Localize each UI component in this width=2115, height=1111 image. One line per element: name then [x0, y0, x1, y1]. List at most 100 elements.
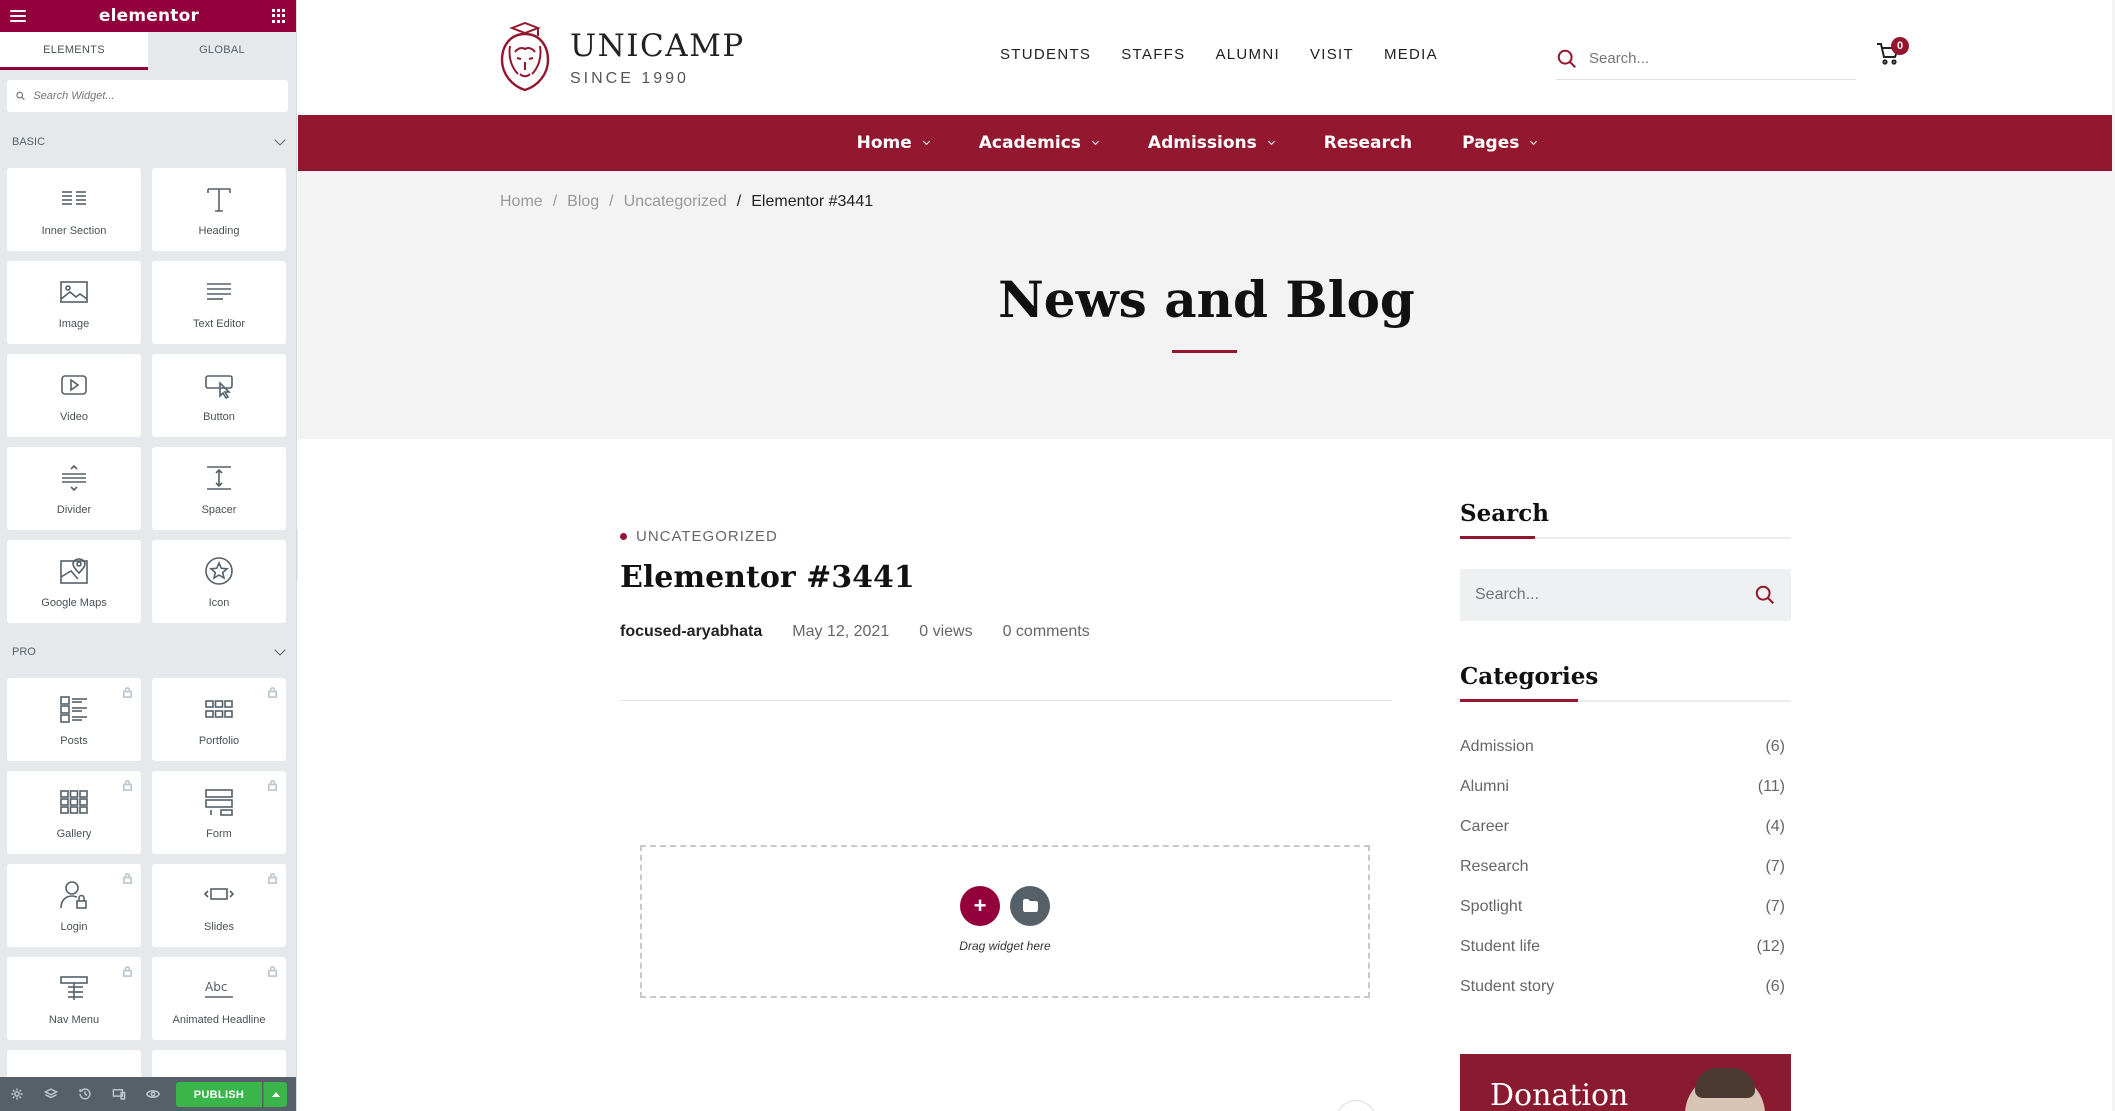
- widget-login[interactable]: Login: [7, 864, 141, 947]
- search-icon[interactable]: [1754, 584, 1776, 606]
- dropzone-hint: Drag widget here: [959, 938, 1051, 953]
- site-header: UNICAMP SINCE 1990 STUDENTS STAFFS ALUMN…: [298, 0, 2115, 115]
- breadcrumb-uncategorized[interactable]: Uncategorized: [624, 193, 727, 211]
- responsive-mode-icon[interactable]: [112, 1087, 126, 1101]
- sidebar-search-input[interactable]: [1475, 586, 1715, 604]
- category-name: Research: [1460, 858, 1529, 875]
- category-career[interactable]: Career (4): [1460, 807, 1791, 847]
- mainnav-admissions[interactable]: Admissions: [1147, 133, 1275, 153]
- widget-posts[interactable]: Posts: [7, 678, 141, 761]
- widget-divider[interactable]: Divider: [7, 447, 141, 530]
- widget-image[interactable]: Image: [7, 261, 141, 344]
- category-student-story[interactable]: Student story (6): [1460, 967, 1791, 1007]
- donor-photo: [1685, 1068, 1765, 1111]
- widget-slides[interactable]: Slides: [152, 864, 286, 947]
- search-icon: [16, 91, 25, 101]
- widget-google-maps[interactable]: Google Maps: [7, 540, 141, 623]
- breadcrumb-blog[interactable]: Blog: [567, 193, 599, 211]
- google-maps-icon: [60, 557, 88, 584]
- post-category[interactable]: UNCATEGORIZED: [620, 528, 778, 545]
- topnav-alumni[interactable]: ALUMNI: [1215, 46, 1279, 63]
- post-author[interactable]: focused-aryabhata: [620, 623, 762, 641]
- mainnav-academics[interactable]: Academics: [979, 133, 1099, 153]
- post-comments[interactable]: 0 comments: [1003, 623, 1090, 641]
- history-icon[interactable]: [78, 1087, 92, 1101]
- category-name: Spotlight: [1460, 898, 1523, 915]
- post-date: May 12, 2021: [792, 623, 890, 640]
- topnav-students[interactable]: STUDENTS: [1000, 46, 1091, 63]
- mainnav-home[interactable]: Home: [857, 133, 930, 153]
- cart-button[interactable]: 0: [1876, 37, 1909, 70]
- preview-eye-icon[interactable]: [146, 1087, 160, 1101]
- add-template-button[interactable]: [1010, 885, 1050, 926]
- widget-form[interactable]: Form: [152, 771, 286, 854]
- widget-label: Video: [60, 410, 88, 423]
- publish-options-caret-icon[interactable]: [263, 1082, 287, 1107]
- widget-spacer[interactable]: Spacer: [152, 447, 286, 530]
- category-spotlight[interactable]: Spotlight (7): [1460, 887, 1791, 927]
- widget-nav-menu[interactable]: Nav Menu: [7, 957, 141, 1040]
- image-icon: [60, 280, 88, 303]
- widget-icon[interactable]: Icon: [152, 540, 286, 623]
- breadcrumb-separator: /: [736, 193, 742, 210]
- mainnav-pages[interactable]: Pages: [1462, 133, 1538, 153]
- breadcrumb-separator: /: [609, 193, 614, 210]
- search-icon[interactable]: [1556, 48, 1578, 70]
- breadcrumb-home[interactable]: Home: [500, 193, 543, 211]
- slides-icon: [203, 887, 235, 900]
- site-brand[interactable]: UNICAMP SINCE 1990: [498, 21, 745, 97]
- widget-button[interactable]: Button: [152, 354, 286, 437]
- mainnav-label: Pages: [1462, 133, 1520, 153]
- widget-search-input[interactable]: [33, 90, 279, 102]
- category-name: Admission: [1460, 738, 1534, 755]
- widgets-grid-icon[interactable]: [271, 9, 286, 23]
- widget-text-editor[interactable]: Text Editor: [152, 261, 286, 344]
- widget-gallery[interactable]: Gallery: [7, 771, 141, 854]
- breadcrumb-separator: /: [552, 193, 558, 210]
- gallery-icon: [60, 789, 88, 814]
- widget-inner-section[interactable]: Inner Section: [7, 168, 141, 251]
- mainnav-label: Admissions: [1147, 133, 1257, 153]
- hamburger-menu-icon[interactable]: [10, 10, 26, 22]
- cart-count-badge: 0: [1891, 37, 1909, 55]
- scroll-up-button[interactable]: [1336, 1100, 1376, 1111]
- category-basic-header[interactable]: BASIC: [12, 134, 287, 148]
- mainnav-label: Research: [1323, 133, 1413, 153]
- elementor-dropzone[interactable]: + Drag widget here: [640, 845, 1370, 998]
- widget-label: Google Maps: [41, 596, 107, 609]
- tab-global[interactable]: GLOBAL: [148, 32, 296, 70]
- widget-label: Inner Section: [41, 224, 107, 237]
- widget-label: Slides: [204, 920, 234, 933]
- topnav-media[interactable]: MEDIA: [1384, 46, 1438, 63]
- donation-banner[interactable]: Donation: [1460, 1054, 1791, 1111]
- widget-label: Text Editor: [193, 317, 245, 330]
- mainnav-research[interactable]: Research: [1324, 133, 1412, 153]
- widget-label: Divider: [56, 503, 92, 516]
- add-section-button[interactable]: +: [960, 885, 1000, 926]
- widget-heading[interactable]: Heading: [152, 168, 286, 251]
- category-alumni[interactable]: Alumni (11): [1460, 767, 1791, 807]
- widget-animated-headline[interactable]: Abc Animated Headline: [152, 957, 286, 1040]
- topnav-staffs[interactable]: STAFFS: [1121, 46, 1185, 63]
- settings-gear-icon[interactable]: [10, 1087, 24, 1101]
- text-editor-icon: [207, 282, 231, 300]
- category-student-life[interactable]: Student life (12): [1460, 927, 1791, 967]
- category-admission[interactable]: Admission (6): [1460, 727, 1791, 767]
- topnav-visit[interactable]: VISIT: [1310, 46, 1354, 63]
- lock-icon: [267, 964, 278, 977]
- widget-label: Portfolio: [198, 734, 240, 747]
- publish-button[interactable]: PUBLISH: [176, 1082, 262, 1107]
- header-search-input[interactable]: [1589, 50, 1839, 67]
- category-pro-header[interactable]: PRO: [12, 644, 287, 658]
- chevron-down-icon: [274, 644, 286, 656]
- widget-label: Image: [58, 317, 90, 330]
- navigator-layers-icon[interactable]: [44, 1087, 58, 1101]
- donation-title: Donation: [1490, 1078, 1629, 1111]
- sidebar-search-title: Search: [1460, 500, 1549, 527]
- chevron-down-icon: [274, 134, 286, 146]
- widget-portfolio[interactable]: Portfolio: [152, 678, 286, 761]
- divider: [620, 700, 1392, 701]
- widget-video[interactable]: Video: [7, 354, 141, 437]
- tab-elements[interactable]: ELEMENTS: [0, 32, 148, 70]
- category-research[interactable]: Research (7): [1460, 847, 1791, 887]
